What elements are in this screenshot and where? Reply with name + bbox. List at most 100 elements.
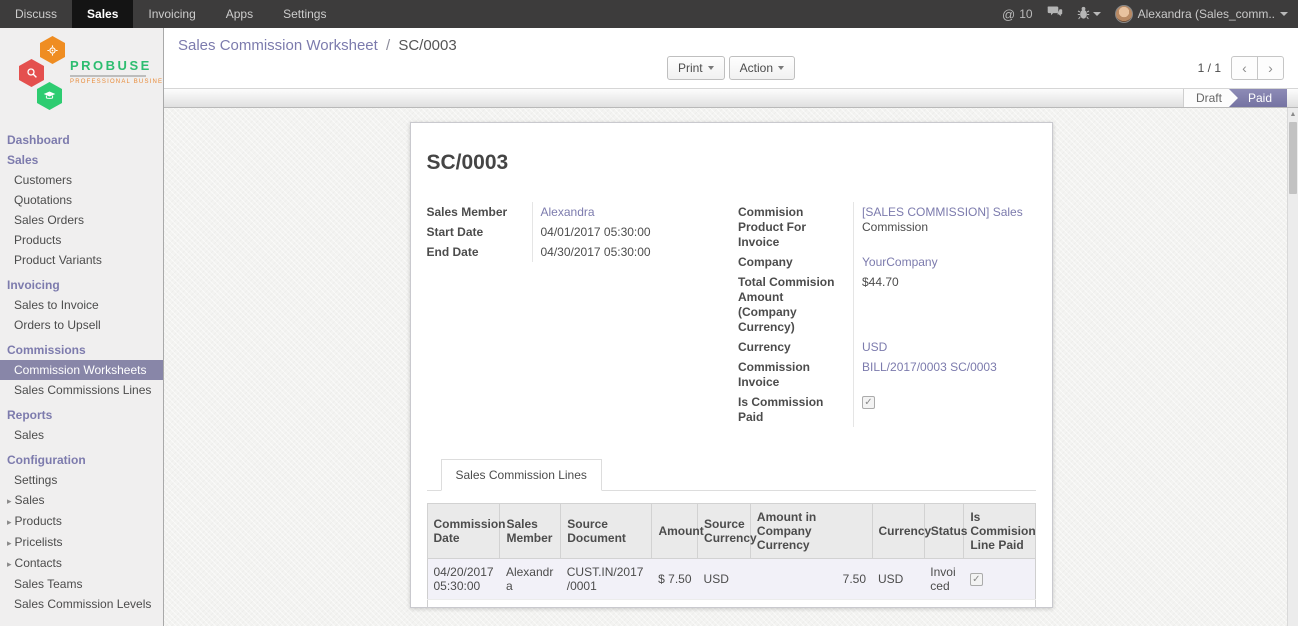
col-source-currency: Source Currency (698, 504, 751, 559)
statusbar: Draft Paid (164, 88, 1298, 108)
cell-member: Alexandra (500, 559, 561, 600)
tab-sales-commission-lines[interactable]: Sales Commission Lines (441, 459, 602, 491)
sidebar-item-pricelists[interactable]: ▸Pricelists (0, 532, 163, 553)
sidebar-item-sales-to-invoice[interactable]: Sales to Invoice (0, 295, 163, 315)
sidebar-section-configuration: Configuration (0, 450, 163, 470)
label-total-commission: Total Commision Amount (Company Currency… (738, 272, 853, 337)
print-button[interactable]: Print (667, 56, 725, 80)
sidebar-item-settings[interactable]: Settings (0, 470, 163, 490)
sidebar-item-label: Sales (15, 493, 45, 507)
user-avatar (1115, 5, 1133, 23)
breadcrumb-parent-link[interactable]: Sales Commission Worksheet (178, 37, 378, 54)
chat-bubble-icon (1047, 6, 1063, 22)
action-button-label: Action (740, 61, 773, 75)
table-row[interactable]: 04/20/2017 05:30:00 Alexandra CUST.IN/20… (427, 559, 1035, 600)
col-commission-date: Commission Date (427, 504, 500, 559)
sidebar-item-sales-commissions-lines[interactable]: Sales Commissions Lines (0, 380, 163, 400)
form-sheet: SC/0003 Sales Member Alexandra Start Dat… (410, 122, 1053, 608)
chevron-down-icon (708, 66, 714, 70)
cell-currency: USD (872, 600, 924, 609)
col-source-document: Source Document (561, 504, 652, 559)
main-menu: Discuss Sales Invoicing Apps Settings (0, 0, 341, 28)
print-button-label: Print (678, 61, 703, 75)
logo-text: PROBUSE PROFESSIONAL BUSINESS (70, 58, 146, 85)
value-company-link[interactable]: YourCompany (862, 255, 938, 269)
menu-invoicing[interactable]: Invoicing (133, 0, 210, 28)
gear-hexagon-icon (40, 36, 65, 64)
value-sales-member-link[interactable]: Alexandra (541, 205, 595, 219)
sidebar-nav: Dashboard Sales Customers Quotations Sal… (0, 130, 163, 614)
sidebar-item-sales-teams[interactable]: Sales Teams (0, 574, 163, 594)
debug-menu[interactable] (1077, 6, 1101, 23)
menu-sales[interactable]: Sales (72, 0, 133, 28)
menu-discuss[interactable]: Discuss (0, 0, 72, 28)
user-name: Alexandra (Sales_comm.. (1138, 7, 1275, 21)
cell-member: Alexandra (500, 600, 561, 609)
col-is-commission-line-paid: Is Commision Line Paid (964, 504, 1035, 559)
sidebar-item-commission-worksheets[interactable]: Commission Worksheets (0, 360, 163, 380)
topbar-spacer (341, 0, 1002, 28)
breadcrumb-separator: / (386, 37, 390, 54)
messages-button[interactable] (1047, 6, 1063, 22)
cell-source: CUST.IN/2017/0001 (561, 559, 652, 600)
scrollbar-thumb[interactable] (1289, 122, 1297, 194)
col-amount: Amount (652, 504, 698, 559)
col-status: Status (924, 504, 964, 559)
sidebar-item-contacts[interactable]: ▸Contacts (0, 553, 163, 574)
cell-source-currency: USD (698, 559, 751, 600)
breadcrumb: Sales Commission Worksheet / SC/0003 (178, 37, 457, 54)
sidebar-item-config-products[interactable]: ▸Products (0, 511, 163, 532)
value-commission-product-rest: Commission (862, 220, 928, 234)
field-group: Sales Member Alexandra Start Date 04/01/… (427, 202, 1036, 427)
top-navbar: Discuss Sales Invoicing Apps Settings @ … (0, 0, 1298, 28)
probuse-logo: PROBUSE PROFESSIONAL BUSINESS (14, 36, 148, 116)
col-amount-company-currency: Amount in Company Currency (750, 504, 872, 559)
menu-apps[interactable]: Apps (211, 0, 268, 28)
value-currency-link[interactable]: USD (862, 340, 887, 354)
value-end-date: 04/30/2017 05:30:00 (532, 242, 725, 262)
mentions-counter[interactable]: @ 10 (1002, 7, 1033, 22)
sidebar-item-products[interactable]: Products (0, 230, 163, 250)
sidebar-section-commissions: Commissions (0, 340, 163, 360)
logo-tagline: PROFESSIONAL BUSINESS (70, 79, 146, 85)
pager-next-button[interactable]: › (1257, 56, 1284, 80)
expand-arrow-icon: ▸ (7, 496, 12, 506)
sidebar-item-sales-orders[interactable]: Sales Orders (0, 210, 163, 230)
col-currency: Currency (872, 504, 924, 559)
sidebar-item-customers[interactable]: Customers (0, 170, 163, 190)
sidebar-item-dashboard[interactable]: Dashboard (0, 130, 163, 150)
status-draft[interactable]: Draft (1183, 89, 1238, 107)
table-header-row: Commission Date Sales Member Source Docu… (427, 504, 1035, 559)
sidebar-section-invoicing: Invoicing (0, 275, 163, 295)
sidebar-item-orders-to-upsell[interactable]: Orders to Upsell (0, 315, 163, 335)
commission-lines-table: Commission Date Sales Member Source Docu… (427, 503, 1036, 608)
cell-amount: $ 18.60 (652, 600, 698, 609)
menu-settings[interactable]: Settings (268, 0, 341, 28)
action-button[interactable]: Action (729, 56, 795, 80)
scrollbar-up-button[interactable]: ▲ (1288, 108, 1298, 121)
control-panel: Sales Commission Worksheet / SC/0003 Pri… (164, 28, 1298, 88)
value-commission-product-link[interactable]: [SALES COMMISSION] Sales (862, 205, 1023, 219)
cell-amount-company: 7.50 (750, 559, 872, 600)
sidebar-item-label: Contacts (15, 556, 62, 570)
sidebar-item-sales-commission-levels[interactable]: Sales Commission Levels (0, 594, 163, 614)
label-start-date: Start Date (427, 222, 532, 242)
label-commission-product: Commision Product For Invoice (738, 202, 853, 252)
table-row[interactable]: 04/20/2017 05:30:00 Alexandra INV/2017/0… (427, 600, 1035, 609)
pager-previous-button[interactable]: ‹ (1231, 56, 1258, 80)
magnifier-hexagon-icon (19, 59, 44, 87)
cell-source-currency: USD (698, 600, 751, 609)
value-commission-invoice-link[interactable]: BILL/2017/0003 SC/0003 (862, 360, 997, 374)
cell-status: Invoiced (924, 559, 964, 600)
sidebar-item-reports-sales[interactable]: Sales (0, 425, 163, 445)
graduation-cap-hexagon-icon (37, 82, 62, 110)
line-paid-checkbox (970, 573, 983, 586)
label-company: Company (738, 252, 853, 272)
sidebar-item-config-sales[interactable]: ▸Sales (0, 490, 163, 511)
cell-status: Invoiced (924, 600, 964, 609)
label-end-date: End Date (427, 242, 532, 262)
sidebar-item-product-variants[interactable]: Product Variants (0, 250, 163, 270)
sidebar-section-sales[interactable]: Sales (0, 150, 163, 170)
sidebar-item-quotations[interactable]: Quotations (0, 190, 163, 210)
user-menu[interactable]: Alexandra (Sales_comm.. (1115, 5, 1288, 23)
